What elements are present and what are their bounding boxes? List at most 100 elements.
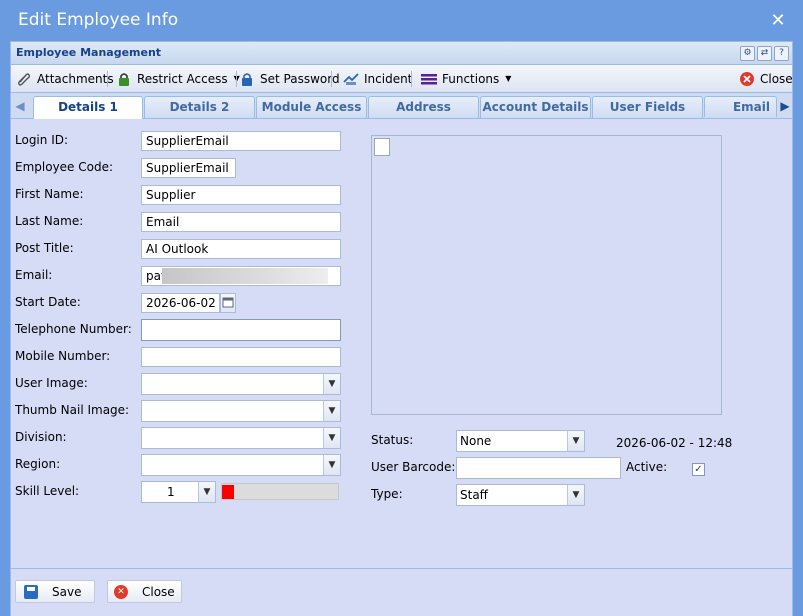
tab-details-1[interactable]: Details 1 — [33, 96, 143, 119]
padlock-icon — [239, 71, 255, 87]
email-label: Email: — [15, 268, 53, 282]
region-label: Region: — [15, 457, 61, 471]
toolbar: Attachments Restrict Access ▼ Set Passwo… — [11, 65, 793, 93]
set-password-button[interactable]: Set Password — [239, 65, 340, 92]
window-title: Edit Employee Info — [18, 10, 179, 30]
chevron-down-icon[interactable]: ▼ — [323, 428, 340, 448]
skill-level-value: 1 — [167, 485, 175, 499]
window-close-icon[interactable]: ✕ — [768, 11, 788, 31]
toolbar-divider — [331, 71, 332, 87]
type-value: Staff — [460, 488, 488, 502]
tab-address[interactable]: Address — [368, 96, 479, 118]
email-input[interactable]: pay — [141, 266, 341, 286]
last-name-label: Last Name: — [15, 214, 84, 228]
telephone-label: Telephone Number: — [15, 322, 132, 336]
tab-account-details[interactable]: Account Details — [480, 96, 591, 118]
help-icon[interactable]: ? — [774, 46, 789, 61]
toolbar-divider — [107, 71, 108, 87]
user-image-select[interactable]: ▼ — [141, 373, 341, 395]
functions-button[interactable]: Functions ▼ — [421, 65, 511, 92]
start-date-input[interactable] — [141, 293, 220, 313]
chevron-down-icon[interactable]: ▼ — [323, 455, 340, 475]
user-barcode-input[interactable] — [456, 457, 621, 479]
edit-employee-window: Edit Employee Info ✕ Employee Management… — [0, 0, 803, 616]
tab-user-fields[interactable]: User Fields — [592, 96, 703, 118]
tab-details-2[interactable]: Details 2 — [144, 96, 255, 118]
window-titlebar[interactable]: Edit Employee Info ✕ — [0, 0, 803, 42]
set-password-label: Set Password — [260, 71, 340, 86]
calendar-icon[interactable] — [220, 293, 236, 313]
division-select[interactable]: ▼ — [141, 427, 341, 449]
incident-label: Incident — [364, 71, 413, 86]
save-label: Save — [52, 584, 82, 599]
thumb-nail-image-select[interactable]: ▼ — [141, 400, 341, 422]
restrict-access-label: Restrict Access — [137, 71, 228, 86]
mobile-label: Mobile Number: — [15, 349, 111, 363]
panel-title: Employee Management — [16, 46, 162, 59]
save-button[interactable]: Save — [15, 580, 95, 603]
chevron-down-icon[interactable]: ▼ — [323, 374, 340, 394]
redacted-block — [162, 268, 328, 284]
restrict-access-button[interactable]: Restrict Access ▼ — [116, 65, 240, 92]
toolbar-divider — [236, 71, 237, 87]
type-select[interactable]: Staff ▼ — [456, 484, 585, 506]
attachments-label: Attachments — [37, 71, 114, 86]
user-barcode-label: User Barcode: — [371, 460, 456, 474]
last-modified-timestamp: 2026-06-02 - 12:48 — [616, 436, 733, 450]
last-name-input[interactable] — [141, 212, 341, 232]
chevron-down-icon: ▼ — [505, 74, 512, 83]
broken-image-icon — [374, 138, 390, 156]
status-value: None — [460, 434, 492, 448]
tab-scroll-right-icon[interactable]: ▶ — [778, 97, 792, 115]
close-circle-icon — [739, 71, 755, 87]
employee-management-panel: Employee Management ⚙ ⇄ ? Attachments Re… — [10, 41, 793, 616]
chevron-down-icon[interactable]: ▼ — [323, 401, 340, 421]
close-label: Close — [142, 584, 175, 599]
type-label: Type: — [371, 487, 403, 501]
login-id-label: Login ID: — [15, 133, 69, 147]
incident-icon — [343, 71, 359, 87]
chevron-down-icon[interactable]: ▼ — [567, 431, 584, 451]
tab-strip: ◀ Details 1 Details 2 Module Access Addr… — [11, 93, 792, 119]
thumb-nail-image-label: Thumb Nail Image: — [15, 403, 130, 417]
toolbar-close-button[interactable]: Close — [739, 65, 793, 92]
close-button[interactable]: ✕ Close — [107, 580, 182, 603]
menu-icon — [421, 71, 437, 87]
skill-level-bar — [221, 483, 339, 500]
tab-scroll-left-icon[interactable]: ◀ — [13, 97, 27, 115]
toolbar-close-label: Close — [760, 71, 793, 86]
chevron-down-icon[interactable]: ▼ — [567, 485, 584, 505]
paperclip-icon — [16, 71, 32, 87]
refresh-icon[interactable]: ⇄ — [757, 46, 772, 61]
employee-code-input[interactable] — [141, 158, 236, 178]
post-title-input[interactable] — [141, 239, 341, 259]
mobile-input[interactable] — [141, 347, 341, 367]
active-label: Active: — [626, 460, 668, 474]
tab-module-access[interactable]: Module Access — [256, 96, 367, 118]
start-date-label: Start Date: — [15, 295, 81, 309]
post-title-label: Post Title: — [15, 241, 74, 255]
skill-level-fill — [222, 485, 234, 499]
active-checkbox[interactable]: ✓ — [692, 463, 705, 476]
status-label: Status: — [371, 433, 414, 447]
panel-header: Employee Management ⚙ ⇄ ? — [11, 42, 792, 65]
status-select[interactable]: None ▼ — [456, 430, 585, 452]
toolbar-divider — [411, 71, 412, 87]
first-name-label: First Name: — [15, 187, 84, 201]
login-id-input[interactable] — [141, 131, 341, 151]
close-circle-icon: ✕ — [114, 584, 128, 599]
tab-email[interactable]: Email — [704, 96, 777, 117]
user-image-label: User Image: — [15, 376, 88, 390]
checkmark-icon: ✓ — [694, 464, 703, 475]
telephone-input[interactable] — [141, 319, 341, 341]
attachments-button[interactable]: Attachments — [16, 65, 114, 92]
region-select[interactable]: ▼ — [141, 454, 341, 476]
first-name-input[interactable] — [141, 185, 341, 205]
save-icon — [24, 584, 38, 599]
chevron-down-icon[interactable]: ▼ — [198, 482, 215, 502]
skill-level-label: Skill Level: — [15, 484, 80, 498]
incident-button[interactable]: Incident — [343, 65, 412, 92]
dialog-footer: Save ✕ Close — [11, 568, 792, 616]
skill-level-select[interactable]: 1 ▼ — [141, 481, 216, 503]
settings-icon[interactable]: ⚙ — [740, 46, 755, 61]
